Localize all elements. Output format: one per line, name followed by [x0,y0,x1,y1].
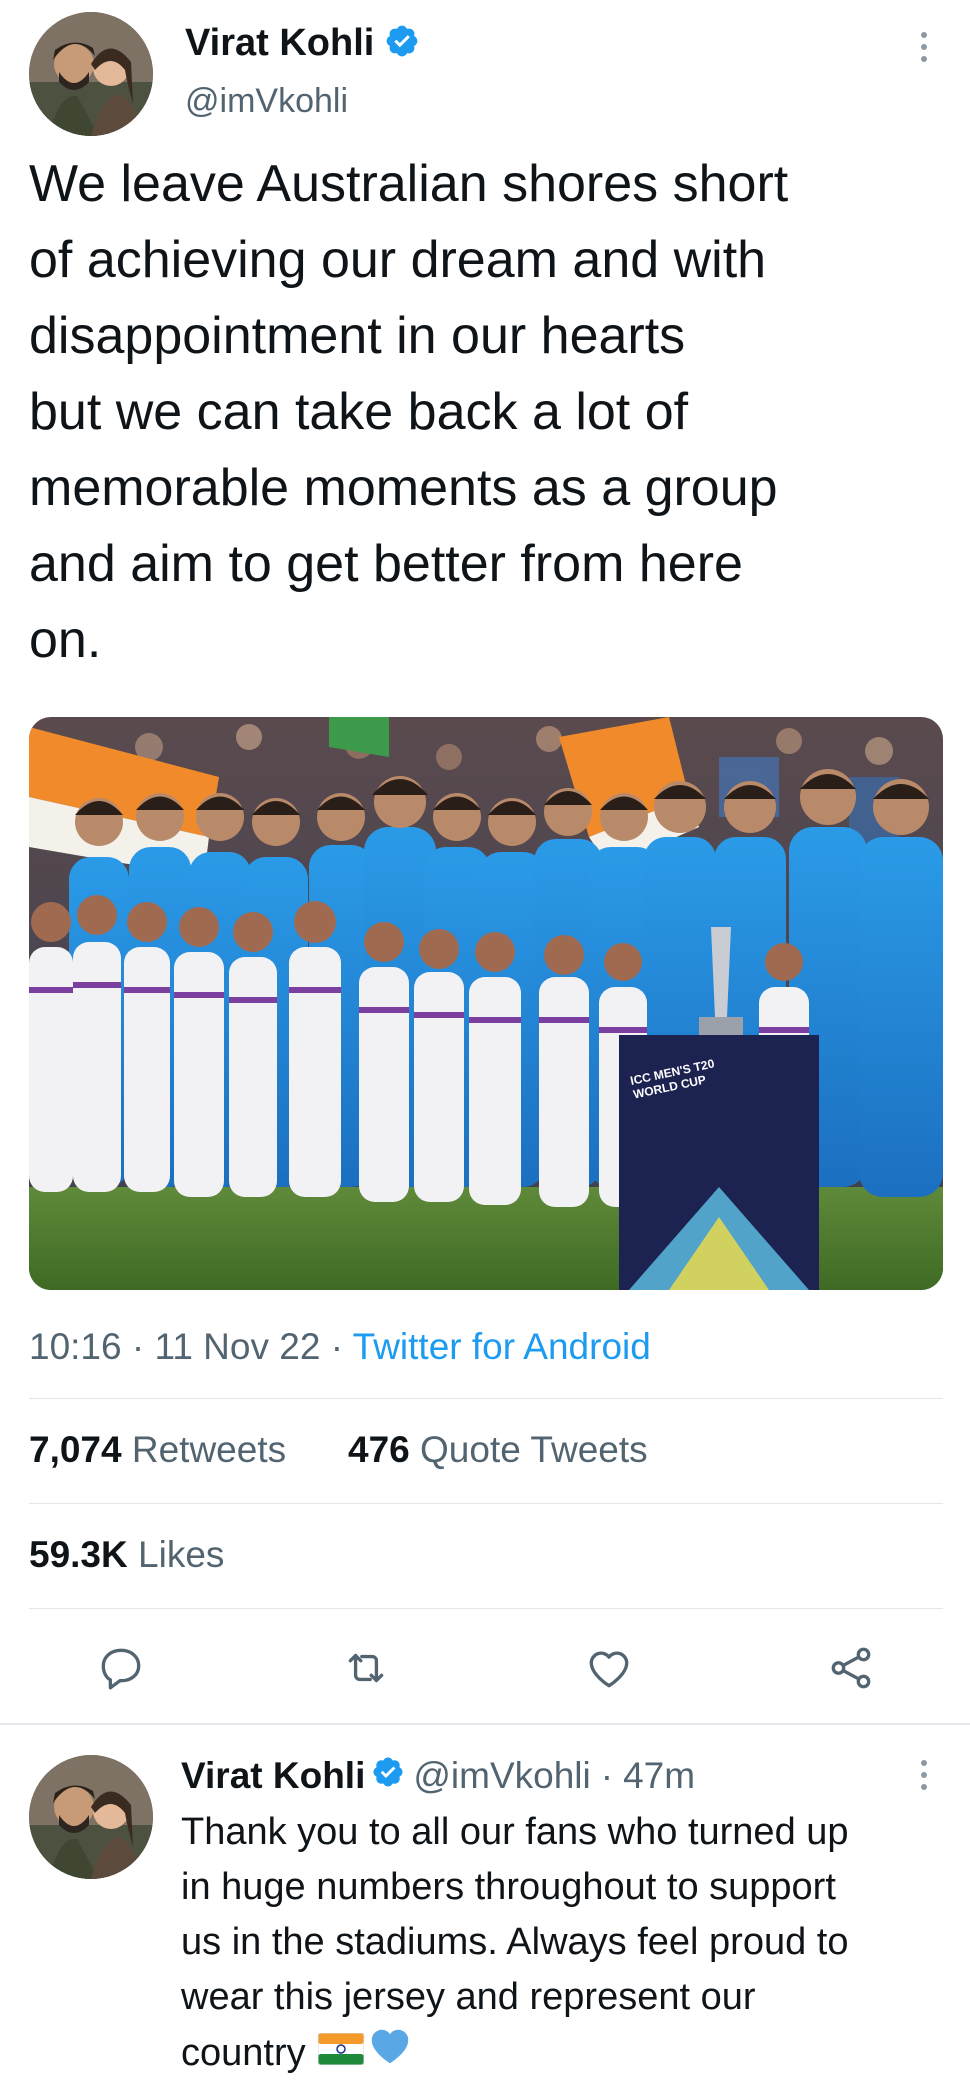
reply-author-handle[interactable]: @imVkohli [413,1755,590,1797]
tweet-source-link[interactable]: Twitter for Android [353,1326,651,1367]
reply-author-name[interactable]: Virat Kohli [181,1755,365,1797]
reply-text-line: wear this jersey and represent our [181,1976,756,2018]
author-avatar[interactable] [29,12,153,136]
tweet-text-line: but we can take back a lot of [29,383,689,441]
retweets-label: Retweets [131,1429,287,1470]
tweet-text-line: on. [29,611,102,669]
tweet-text-line: memorable moments as a group [29,459,778,517]
divider [29,1608,943,1609]
tweet-text-line: and aim to get better from here [29,535,743,593]
tweet-time[interactable]: 10:16 [29,1326,122,1367]
reply-time[interactable]: 47m [623,1755,695,1797]
divider [29,1503,943,1504]
author-name[interactable]: Virat Kohli [185,22,374,65]
more-options-icon[interactable] [912,28,936,68]
reply-text-line: country [181,2031,306,2074]
meta-separator: · [330,1326,344,1367]
verified-badge-icon [384,23,420,64]
tweet-text: We leave Australian shores short of achi… [29,146,788,678]
tweet-text-line: We leave Australian shores short [29,155,789,213]
tweet-text-line: disappointment in our hearts [29,307,686,365]
retweet-icon[interactable] [340,1643,392,1693]
tweet-media-photo[interactable]: ICC MEN'S T20 WORLD CUP [29,717,943,1290]
retweets-stat[interactable]: 7,074 Retweets [29,1429,286,1471]
like-icon[interactable] [584,1643,634,1693]
reply-icon[interactable] [96,1643,146,1693]
divider [29,1398,943,1399]
likes-label: Likes [138,1534,225,1575]
thread-separator [0,1723,970,1725]
likes-count: 59.3K [29,1534,128,1575]
quotes-count: 476 [348,1429,410,1470]
reply-text-line: us in the stadiums. Always feel proud to [181,1921,849,1963]
reply-author-avatar[interactable] [29,1755,153,1879]
india-flag-icon [317,2026,365,2081]
avatar-photo [29,1755,153,1879]
reply-text: Thank you to all our fans who turned up … [181,1805,849,2081]
blue-heart-icon [368,2025,412,2081]
likes-stat[interactable]: 59.3K Likes [29,1534,224,1576]
share-icon[interactable] [826,1643,876,1693]
retweets-count: 7,074 [29,1429,122,1470]
meta-separator: · [131,1326,145,1367]
reply-text-last-line: country [181,2025,849,2081]
meta-separator: · [600,1755,614,1796]
quotes-label: Quote Tweets [420,1429,648,1470]
avatar-photo [29,12,153,136]
author-handle[interactable]: @imVkohli [185,82,348,121]
reply-more-options-icon[interactable] [912,1756,936,1796]
tweet-meta: 10:16 · 11 Nov 22 · Twitter for Android [29,1325,651,1369]
reply-text-line: in huge numbers throughout to support [181,1866,836,1908]
verified-badge-icon [371,1755,405,1798]
quote-tweets-stat[interactable]: 476 Quote Tweets [348,1429,648,1471]
reply-header: Virat Kohli @imVkohli · 47m [181,1751,695,1801]
reply-text-line: Thank you to all our fans who turned up [181,1811,849,1853]
tweet-date[interactable]: 11 Nov 22 [154,1326,320,1367]
tweet-text-line: of achieving our dream and with [29,231,767,289]
